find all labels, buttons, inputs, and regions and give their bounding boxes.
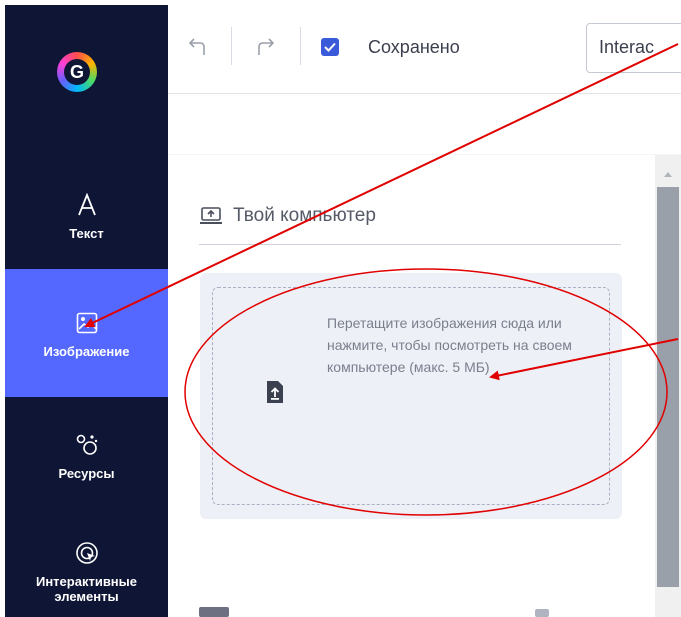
resources-icon [74, 430, 100, 460]
next-section-icon [199, 607, 229, 617]
saved-check-icon [321, 38, 339, 56]
sidebar-item-interactive[interactable]: Интерактивные элементы [5, 525, 168, 617]
sidebar-item-label: Ресурсы [58, 465, 115, 481]
redo-button[interactable] [253, 31, 277, 61]
section-title: Твой компьютер [233, 205, 376, 226]
sidebar-item-label: Текст [69, 225, 104, 241]
image-panel: Твой компьютер Перетащите изображения сю… [168, 155, 655, 617]
project-title-field[interactable]: Interac [586, 23, 681, 73]
computer-upload-icon [199, 206, 223, 226]
top-toolbar: Сохранено Interac [168, 5, 681, 94]
sidebar-item-label: Изображение [43, 343, 130, 359]
toolbar-subbar [168, 94, 681, 154]
sidebar-item-text[interactable]: Текст [5, 175, 168, 255]
app-frame: G Текст Изображение Ресурсы Интерактивны… [5, 5, 681, 617]
logo-letter: G [69, 61, 84, 82]
scroll-up-icon[interactable] [655, 165, 681, 183]
undo-button[interactable] [186, 31, 210, 61]
sidebar-item-resources[interactable]: Ресурсы [5, 405, 168, 505]
upload-hint-text: Перетащите изображения сюда или нажмите,… [327, 315, 572, 375]
interactive-cursor-icon [75, 538, 99, 568]
upload-area: Перетащите изображения сюда или нажмите,… [200, 273, 622, 519]
scroll-thumb[interactable] [657, 187, 679, 587]
undo-icon [189, 38, 205, 55]
image-icon [76, 308, 98, 338]
section-header: Твой компьютер [199, 205, 376, 227]
section-divider [199, 244, 621, 245]
sidebar: G Текст Изображение Ресурсы Интерактивны… [5, 5, 168, 617]
sidebar-item-label: Интерактивные элементы [35, 574, 137, 604]
logo-icon[interactable]: G [57, 52, 97, 92]
upload-dropzone[interactable]: Перетащите изображения сюда или нажмите,… [212, 287, 610, 505]
saved-status-label: Сохранено [368, 37, 460, 57]
text-a-icon [77, 190, 97, 220]
next-section-chevron-icon [535, 609, 549, 617]
toolbar-divider [231, 27, 232, 65]
redo-icon [258, 38, 274, 55]
panel-scrollbar[interactable] [655, 155, 681, 617]
toolbar-divider [300, 27, 301, 65]
sidebar-item-image[interactable]: Изображение [5, 269, 168, 397]
file-upload-icon [265, 380, 285, 404]
